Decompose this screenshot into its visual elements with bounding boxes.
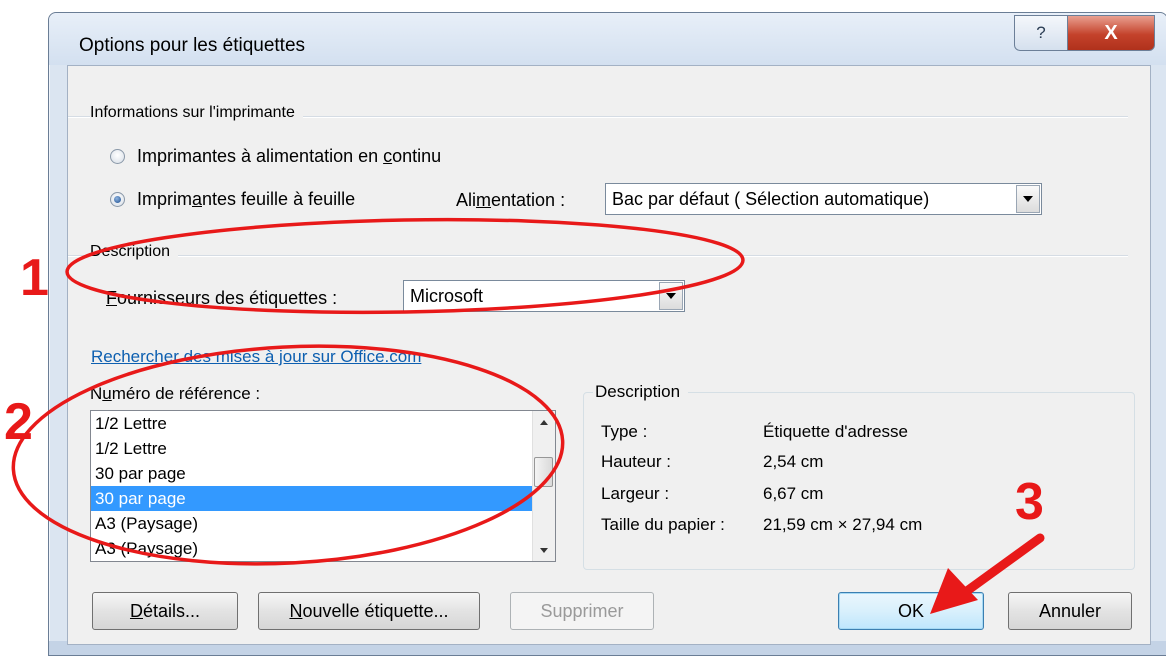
- list-scrollbar[interactable]: [532, 411, 555, 561]
- printer-info-heading: Informations sur l'imprimante: [90, 104, 303, 122]
- product-label-accesskey: u: [102, 384, 112, 403]
- chevron-down-icon[interactable]: [1016, 185, 1040, 213]
- vendor-select[interactable]: Microsoft: [403, 280, 685, 312]
- details-btn-text-b: étails...: [142, 600, 201, 621]
- detail-type-key: Type :: [601, 422, 648, 441]
- delete-button[interactable]: Supprimer: [510, 592, 654, 630]
- close-button[interactable]: X: [1067, 15, 1155, 51]
- tray-label: Alimentation :: [456, 190, 565, 211]
- details-btn-accesskey: D: [129, 600, 143, 621]
- title-bar[interactable]: Options pour les étiquettes ? X: [49, 13, 1166, 65]
- radio-sheet-text-b: ntes feuille à feuille: [202, 189, 356, 209]
- detail-width-value: 6,67 cm: [763, 484, 824, 503]
- detail-height-key: Hauteur :: [601, 452, 671, 471]
- radio-continuous-accesskey: c: [383, 146, 393, 166]
- product-number-list[interactable]: 1/2 Lettre 1/2 Lettre 30 par page 30 par…: [90, 410, 556, 562]
- detail-height-value: 2,54 cm: [763, 452, 824, 471]
- separator-description: [68, 255, 1128, 257]
- office-update-link[interactable]: Rechercher des mises à jour sur Office.c…: [91, 347, 421, 367]
- radio-sheet-label: Imprimantes feuille à feuille: [137, 189, 355, 210]
- radio-continuous-label: Imprimantes à alimentation en continu: [137, 146, 441, 167]
- vendor-label-accesskey: F: [106, 288, 117, 308]
- list-item[interactable]: 30 par page: [91, 461, 533, 486]
- dialog-window: Options pour les étiquettes ? X Informat…: [48, 12, 1166, 656]
- radio-continuous-feed[interactable]: Imprimantes à alimentation en continu: [110, 146, 441, 167]
- product-list-items: 1/2 Lettre 1/2 Lettre 30 par page 30 par…: [91, 411, 533, 561]
- annotation-marker-1: 1: [20, 249, 49, 307]
- scroll-up-icon[interactable]: [533, 411, 555, 433]
- radio-continuous-text-a: Imprimantes à alimentation en: [137, 146, 384, 166]
- details-heading: Description: [593, 382, 689, 402]
- detail-paper-key: Taille du papier :: [601, 515, 725, 534]
- tray-select-value: Bac par défaut ( Sélection automatique): [612, 188, 930, 209]
- list-item[interactable]: 1/2 Lettre: [91, 411, 533, 436]
- tray-label-text-b: entation :: [491, 190, 566, 210]
- detail-type-value: Étiquette d'adresse: [763, 422, 909, 441]
- cancel-button[interactable]: Annuler: [1008, 592, 1132, 630]
- ok-button[interactable]: OK: [838, 592, 984, 630]
- vendor-label: Fournisseurs des étiquettes :: [106, 288, 337, 309]
- radio-sheet-accesskey: a: [192, 189, 203, 209]
- annotation-marker-2: 2: [4, 393, 33, 451]
- radio-sheet-button[interactable]: [110, 192, 125, 207]
- dialog-client-area: Informations sur l'imprimante Imprimante…: [67, 65, 1151, 645]
- detail-paper-value: 21,59 cm × 27,94 cm: [763, 515, 923, 534]
- new-label-btn-accesskey: N: [289, 600, 303, 621]
- list-item-selected[interactable]: 30 par page: [91, 486, 533, 511]
- dialog-title: Options pour les étiquettes: [79, 35, 306, 56]
- chevron-down-icon[interactable]: [659, 282, 683, 310]
- details-button[interactable]: Détails...: [92, 592, 238, 630]
- help-icon: ?: [1036, 23, 1046, 42]
- close-icon: X: [1104, 21, 1118, 44]
- description-heading: Description: [90, 243, 179, 261]
- scroll-thumb[interactable]: [534, 457, 553, 487]
- radio-sheet-text-a: Imprim: [137, 189, 192, 209]
- help-button[interactable]: ?: [1014, 15, 1068, 51]
- tray-label-text-a: Ali: [456, 190, 477, 210]
- tray-select[interactable]: Bac par défaut ( Sélection automatique): [605, 183, 1042, 215]
- list-item[interactable]: A3 (Paysage): [91, 536, 533, 561]
- vendor-label-text-b: ournisseurs des étiquettes :: [117, 288, 338, 308]
- product-label-text-a: N: [90, 384, 103, 403]
- radio-continuous-button[interactable]: [110, 149, 125, 164]
- scroll-down-icon[interactable]: [533, 539, 555, 561]
- label-details-box: [583, 392, 1135, 570]
- list-item[interactable]: 1/2 Lettre: [91, 436, 533, 461]
- radio-sheet-feed[interactable]: Imprimantes feuille à feuille: [110, 189, 355, 210]
- product-label-text-b: méro de référence :: [111, 384, 261, 403]
- product-number-label: Numéro de référence :: [90, 384, 260, 404]
- detail-width-key: Largeur :: [601, 484, 670, 503]
- vendor-select-value: Microsoft: [410, 285, 484, 306]
- list-item[interactable]: A3 (Paysage): [91, 511, 533, 536]
- tray-label-accesskey: m: [476, 190, 492, 210]
- annotation-marker-3: 3: [1015, 473, 1044, 531]
- radio-continuous-text-b: ontinu: [392, 146, 442, 166]
- new-label-btn-text-b: ouvelle étiquette...: [302, 600, 449, 621]
- new-label-button[interactable]: Nouvelle étiquette...: [258, 592, 480, 630]
